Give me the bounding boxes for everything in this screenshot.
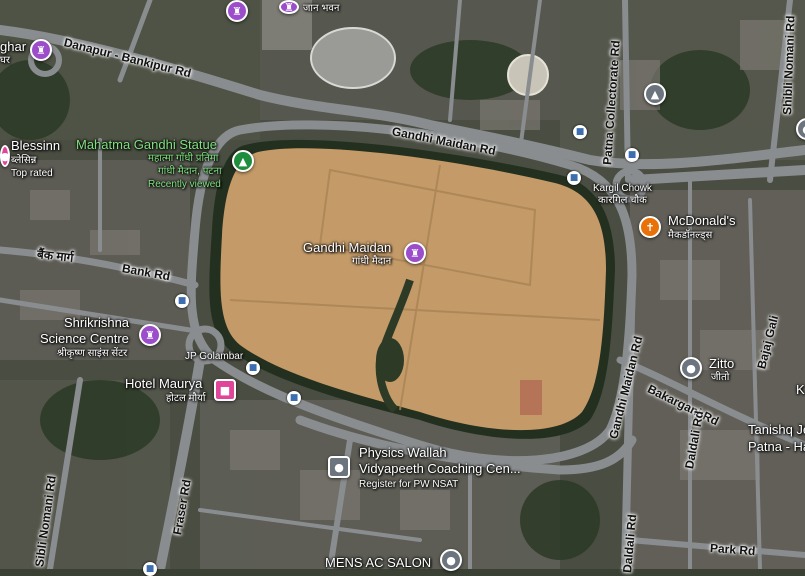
place-local-name: मैकडॉनल्ड्स — [668, 230, 713, 241]
place-name[interactable]: JP Golambar — [185, 351, 243, 363]
place-name[interactable]: Blessinn — [11, 138, 60, 154]
place-name[interactable]: Physics Wallah — [359, 445, 447, 461]
place-name-line2[interactable]: Science Centre — [40, 331, 129, 347]
bus-stop-icon[interactable]: ■ — [246, 361, 260, 375]
bus-stop-icon[interactable]: ■ — [175, 294, 189, 308]
edge-label: K — [796, 382, 805, 397]
place-name[interactable]: Zitto — [709, 356, 734, 372]
place-name[interactable]: Shrikrishna — [64, 315, 129, 331]
location-pin-icon[interactable]: ● — [0, 145, 10, 167]
place-note: Register for PW NSAT — [359, 479, 459, 490]
landmark-icon[interactable]: ♜ — [279, 0, 299, 14]
place-local-name: होटल मौर्या — [166, 393, 206, 404]
place-local-name: महात्मा गाँधी प्रतिमा — [148, 153, 219, 164]
tree-icon[interactable]: ▲ — [232, 150, 254, 172]
landmark-icon[interactable]: ♜ — [30, 39, 52, 61]
place-name[interactable]: Hotel Maurya — [125, 376, 202, 392]
landmark-icon[interactable]: ♜ — [226, 0, 248, 22]
place-name-line2[interactable]: Patna - Hatwa — [748, 439, 805, 455]
place-local-name: कारगिल चौक — [598, 195, 647, 206]
restaurant-icon[interactable]: ✝ — [639, 216, 661, 238]
location-pin-icon[interactable]: ● — [440, 549, 462, 571]
place-local-name: जीतो — [711, 372, 730, 383]
place-name[interactable]: Mahatma Gandhi Statue — [76, 137, 217, 153]
place-local-name: घर — [0, 55, 10, 66]
bus-stop-icon[interactable]: ■ — [567, 171, 581, 185]
bus-stop-icon[interactable]: ■ — [573, 125, 587, 139]
place-local-name: गांधी मैदान, पटना — [158, 166, 222, 177]
place-name[interactable]: Gandhi Maidan — [303, 240, 391, 256]
landmark-icon[interactable]: ♜ — [139, 324, 161, 346]
place-name[interactable]: Tanishq Jew — [748, 422, 805, 438]
location-pin-icon[interactable]: ● — [680, 357, 702, 379]
place-local-name: जान भवन — [303, 3, 340, 14]
place-name[interactable]: Kargil Chowk — [593, 183, 652, 195]
place-name-line2[interactable]: Vidyapeeth Coaching Cen... — [359, 461, 521, 477]
place-name[interactable]: ghar — [0, 39, 26, 55]
bus-stop-icon[interactable]: ■ — [287, 391, 301, 405]
place-local-name: श्रीकृष्ण साइंस सेंटर — [57, 348, 128, 359]
place-local-name: गांधी मैदान — [352, 256, 392, 267]
landmark-icon[interactable]: ♜ — [404, 242, 426, 264]
recently-viewed-label: Recently viewed — [148, 179, 221, 190]
bus-stop-icon[interactable]: ■ — [625, 148, 639, 162]
hotel-icon[interactable]: ■ — [214, 379, 236, 401]
place-local-name: ब्लेसिन्न — [11, 155, 37, 166]
school-icon[interactable]: ▲ — [644, 83, 666, 105]
school-icon[interactable]: ● — [328, 456, 350, 478]
bus-stop-icon[interactable]: ■ — [143, 562, 157, 576]
place-name[interactable]: McDonald's — [668, 213, 736, 229]
rating-label: Top rated — [11, 168, 53, 179]
